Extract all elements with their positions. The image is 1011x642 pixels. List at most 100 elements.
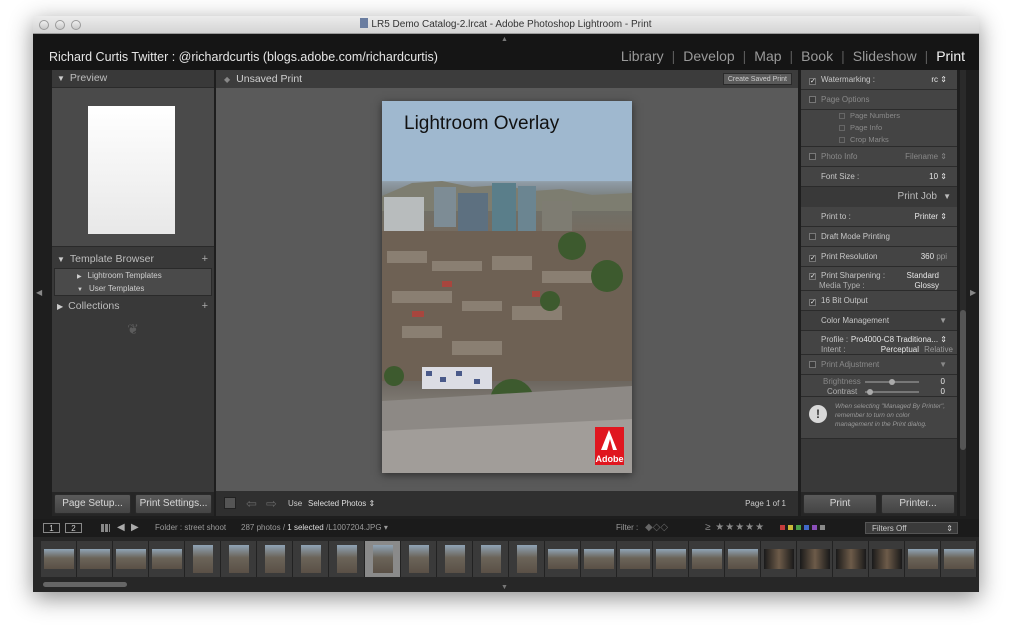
intent-perceptual[interactable]: Perceptual — [881, 345, 919, 354]
next-page-icon[interactable]: ⇨ — [266, 491, 277, 516]
use-selector[interactable]: Selected Photos ⇕ — [308, 491, 375, 516]
preview-panel-header[interactable]: ▼ Preview — [52, 70, 214, 87]
filmstrip-thumbnail[interactable] — [725, 541, 761, 577]
page-setup-button[interactable]: Page Setup... — [54, 494, 131, 514]
intent-relative[interactable]: Relative — [924, 345, 953, 354]
template-folder-user[interactable]: ▼ User Templates — [55, 282, 211, 295]
module-slideshow[interactable]: Slideshow — [853, 48, 917, 64]
template-folder-lightroom[interactable]: ▶ Lightroom Templates — [55, 269, 211, 282]
print-sharpening-checkbox[interactable]: ✓ — [809, 273, 816, 280]
filmstrip-thumbnail[interactable] — [185, 541, 221, 577]
print-button[interactable]: Print — [803, 494, 877, 514]
page-numbers-checkbox[interactable] — [839, 113, 845, 119]
filmstrip-thumbnail[interactable] — [473, 541, 509, 577]
grid-view-icon[interactable] — [101, 524, 110, 532]
filmstrip-thumbnail[interactable] — [329, 541, 365, 577]
back-arrow-icon[interactable]: ◀ — [117, 519, 125, 537]
main-screen-button[interactable]: 1 — [43, 523, 60, 533]
module-map[interactable]: Map — [754, 48, 781, 64]
profile-value[interactable]: Pro4000-C8 Traditiona... ⇕ — [851, 335, 947, 344]
source-label[interactable]: Folder : street shoot — [155, 519, 226, 537]
previous-page-icon[interactable]: ⇦ — [246, 491, 257, 516]
font-size-value[interactable]: 10 ⇕ — [929, 167, 947, 187]
filmstrip-thumbnail[interactable] — [221, 541, 257, 577]
filmstrip-thumbnail[interactable] — [41, 541, 77, 577]
filmstrip-thumbnail[interactable] — [761, 541, 797, 577]
print-settings-button[interactable]: Print Settings... — [135, 494, 212, 514]
filmstrip-thumbnail[interactable] — [617, 541, 653, 577]
module-library[interactable]: Library — [621, 48, 664, 64]
print-resolution-checkbox[interactable]: ✓ — [809, 255, 816, 262]
printer-button[interactable]: Printer... — [881, 494, 955, 514]
filmstrip-thumbnail[interactable] — [581, 541, 617, 577]
print-to-value[interactable]: Printer ⇕ — [915, 207, 948, 227]
left-panel-toggle-icon[interactable]: ◀ — [36, 288, 42, 297]
filmstrip-thumbnail[interactable] — [689, 541, 725, 577]
minimize-window-button[interactable] — [55, 20, 65, 30]
filmstrip-thumbnail[interactable] — [257, 541, 293, 577]
page-options-row[interactable]: Page Options — [801, 90, 957, 110]
forward-arrow-icon[interactable]: ▶ — [131, 519, 139, 537]
right-panel-toggle-icon[interactable]: ▶ — [970, 288, 976, 297]
template-browser-header[interactable]: ▼ Template Browser + — [52, 251, 214, 268]
module-print[interactable]: Print — [936, 48, 965, 64]
draft-mode-row[interactable]: Draft Mode Printing — [801, 227, 957, 247]
filmstrip-thumbnail[interactable] — [941, 541, 977, 577]
filmstrip-thumbnail[interactable] — [365, 541, 401, 577]
collections-header[interactable]: ▶ Collections + — [52, 298, 214, 315]
second-screen-button[interactable]: 2 — [65, 523, 82, 533]
filmstrip-thumbnail[interactable] — [509, 541, 545, 577]
font-size-row[interactable]: Font Size :10 ⇕ — [801, 167, 957, 187]
top-panel-toggle-icon[interactable]: ▲ — [501, 36, 508, 43]
sharpening-value[interactable]: Standard — [907, 271, 939, 280]
page-info-checkbox[interactable] — [839, 125, 845, 131]
filmstrip-thumbnail[interactable] — [905, 541, 941, 577]
media-type-value[interactable]: Glossy — [915, 281, 939, 290]
filmstrip-thumbnail[interactable] — [437, 541, 473, 577]
stop-icon[interactable] — [224, 497, 236, 509]
crop-marks-checkbox[interactable] — [839, 137, 845, 143]
filmstrip-thumbnail[interactable] — [401, 541, 437, 577]
watermarking-row[interactable]: ✓ Watermarking : rc ⇕ — [801, 70, 957, 90]
filmstrip-thumbnail[interactable] — [293, 541, 329, 577]
rating-filter[interactable]: ≥ ★★★★★ — [705, 519, 765, 537]
page-numbers-option[interactable]: Page Numbers — [801, 110, 957, 122]
add-template-icon[interactable]: + — [202, 251, 208, 268]
flag-filter-icons[interactable]: ◆◇◇ — [645, 519, 668, 537]
filmstrip-thumbnail[interactable] — [833, 541, 869, 577]
watermarking-value[interactable]: rc ⇕ — [931, 70, 947, 90]
close-window-button[interactable] — [39, 20, 49, 30]
print-sharpening-row[interactable]: ✓ Print Sharpening : Standard Media Type … — [801, 267, 957, 291]
watermarking-checkbox[interactable]: ✓ — [809, 78, 816, 85]
page-info-option[interactable]: Page Info — [801, 122, 957, 134]
filmstrip-thumbnail[interactable] — [77, 541, 113, 577]
draft-mode-checkbox[interactable] — [809, 233, 816, 240]
print-to-row[interactable]: Print to : Printer ⇕ — [801, 207, 957, 227]
page-options-checkbox[interactable] — [809, 96, 816, 103]
add-collection-icon[interactable]: + — [202, 298, 208, 315]
filmstrip-thumbnail[interactable] — [869, 541, 905, 577]
right-panel-scrollbar[interactable] — [960, 70, 966, 516]
contrast-slider[interactable] — [865, 389, 919, 395]
color-management-header[interactable]: Color Management ▼ — [801, 311, 957, 331]
print-page[interactable]: Lightroom Overlay Adobe — [382, 101, 632, 473]
print-adjustment-row[interactable]: Print Adjustment ▼ — [801, 355, 957, 375]
print-job-header[interactable]: Print Job ▼ — [801, 187, 957, 207]
photo-info-value[interactable]: Filename ⇕ — [905, 147, 947, 167]
filmstrip-thumbnail[interactable] — [797, 541, 833, 577]
color-label-filter[interactable] — [780, 525, 825, 530]
filmstrip-thumbnail[interactable] — [545, 541, 581, 577]
filters-dropdown[interactable]: Filters Off ⇕ — [865, 522, 958, 534]
bit-output-checkbox[interactable]: ✓ — [809, 299, 816, 306]
brightness-slider[interactable] — [865, 379, 919, 385]
module-book[interactable]: Book — [801, 48, 833, 64]
filmstrip-thumbnail[interactable] — [113, 541, 149, 577]
crop-marks-option[interactable]: Crop Marks — [801, 134, 957, 147]
filmstrip-thumbnail[interactable] — [653, 541, 689, 577]
filmstrip-scrollbar[interactable] — [43, 582, 127, 587]
module-develop[interactable]: Develop — [683, 48, 734, 64]
photo-info-checkbox[interactable] — [809, 153, 816, 160]
print-adjustment-checkbox[interactable] — [809, 361, 816, 368]
print-resolution-row[interactable]: ✓ Print Resolution 360 ppi — [801, 247, 957, 267]
create-saved-print-button[interactable]: Create Saved Print — [722, 73, 792, 85]
